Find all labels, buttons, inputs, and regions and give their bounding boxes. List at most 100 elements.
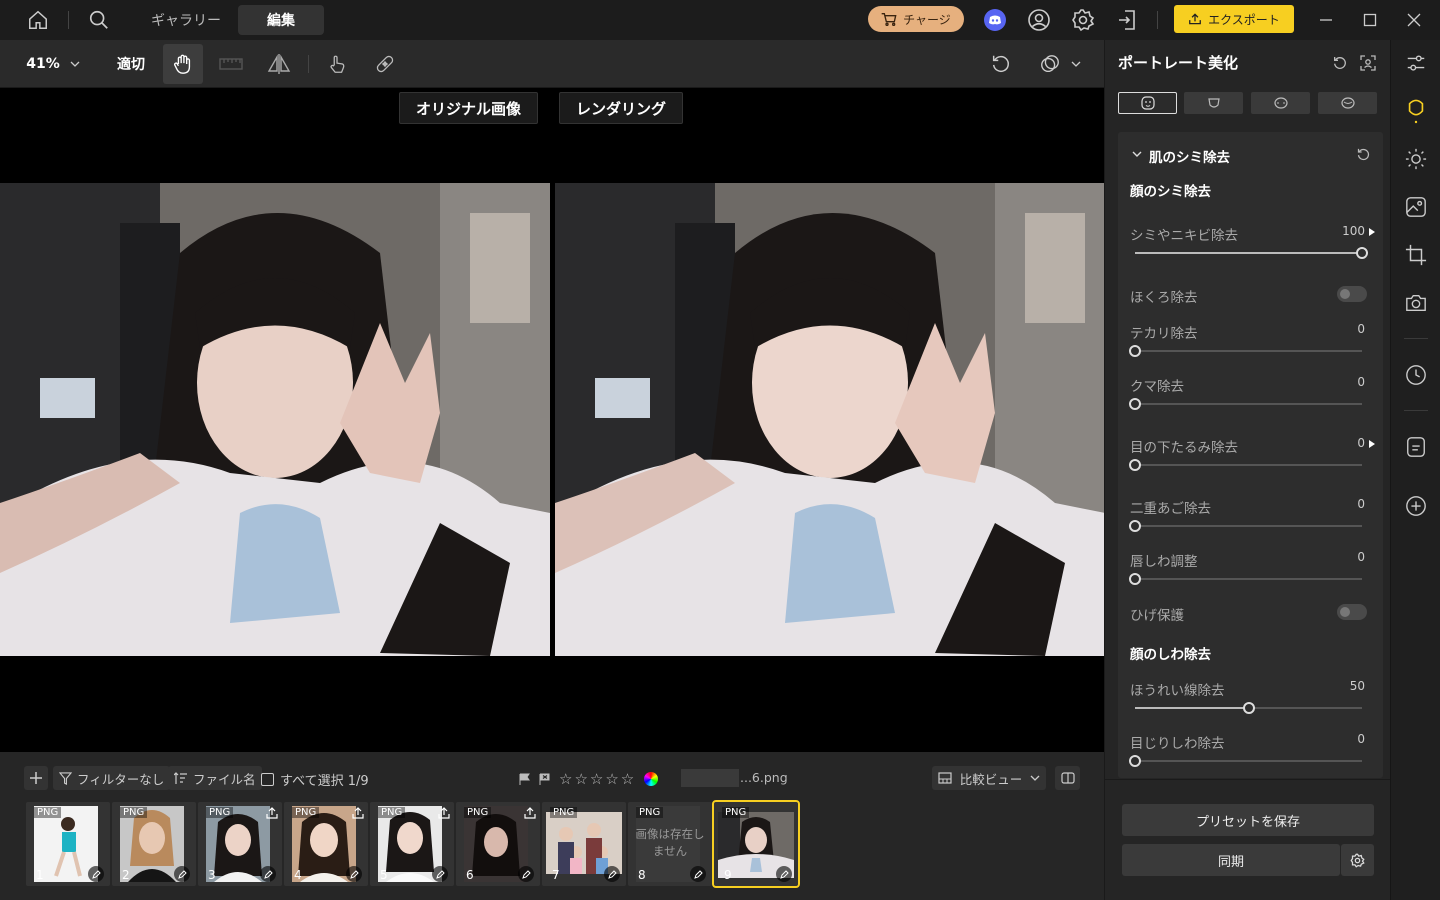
upload-icon[interactable] bbox=[266, 807, 278, 823]
settings-scroll-area[interactable]: 肌のシミ除去 顔のシミ除去 シミやニキビ除去 100 ほくろ除去 テカリ除去 0… bbox=[1118, 132, 1383, 778]
slider-knob[interactable] bbox=[1129, 520, 1141, 532]
sync-button[interactable]: 同期 bbox=[1122, 844, 1340, 876]
edit-pen-icon[interactable] bbox=[776, 866, 792, 882]
image-edit-icon[interactable] bbox=[1402, 193, 1430, 221]
eye-bag-slider[interactable] bbox=[1129, 459, 1362, 471]
add-button[interactable] bbox=[24, 766, 48, 790]
thumbnail-missing[interactable]: PNG 画像は存在しません 8 bbox=[628, 802, 712, 886]
expand-arrow-icon[interactable] bbox=[1369, 228, 1375, 236]
undo-icon[interactable] bbox=[982, 44, 1020, 84]
edit-pen-icon[interactable] bbox=[260, 866, 276, 882]
reject-flag-icon[interactable] bbox=[539, 773, 551, 786]
shine-removal-slider[interactable] bbox=[1129, 345, 1362, 357]
upload-icon[interactable] bbox=[524, 807, 536, 823]
mole-removal-toggle[interactable] bbox=[1337, 286, 1367, 302]
edit-pen-icon[interactable] bbox=[88, 866, 104, 882]
slider-knob[interactable] bbox=[1129, 398, 1141, 410]
search-icon[interactable] bbox=[85, 6, 113, 34]
thumbnail[interactable]: PNG 1 bbox=[26, 802, 110, 886]
sync-settings-button[interactable] bbox=[1341, 844, 1374, 876]
slider-knob[interactable] bbox=[1129, 755, 1141, 767]
color-label-icon[interactable] bbox=[644, 772, 659, 786]
portrait-face-icon[interactable] bbox=[1402, 97, 1430, 125]
sort-dropdown[interactable]: ファイル名 bbox=[168, 766, 262, 790]
filter-dropdown[interactable]: フィルターなし bbox=[53, 766, 171, 790]
slider-knob[interactable] bbox=[1129, 345, 1141, 357]
history-clock-icon[interactable] bbox=[1402, 361, 1430, 389]
home-icon[interactable] bbox=[24, 6, 52, 34]
thumbnail[interactable]: PNG 5 bbox=[370, 802, 454, 886]
original-photo[interactable] bbox=[0, 183, 550, 656]
expand-arrow-icon[interactable] bbox=[1369, 440, 1375, 448]
crop-icon[interactable] bbox=[1402, 241, 1430, 269]
compare-mode-dropdown[interactable] bbox=[1030, 44, 1090, 84]
bandage-icon[interactable] bbox=[366, 44, 404, 84]
tab-gallery[interactable]: ギャラリー bbox=[140, 5, 232, 35]
upload-icon[interactable] bbox=[438, 807, 450, 823]
edit-pen-icon[interactable] bbox=[518, 866, 534, 882]
thumbnail[interactable]: PNG 3 bbox=[198, 802, 282, 886]
notes-icon[interactable] bbox=[1402, 433, 1430, 461]
compare-canvas[interactable]: オリジナル画像 レンダリング bbox=[0, 88, 1104, 752]
zoom-dropdown[interactable]: 41% bbox=[18, 44, 88, 84]
edit-pen-icon[interactable] bbox=[432, 866, 448, 882]
lip-wrinkle-slider[interactable] bbox=[1129, 573, 1362, 585]
flag-icon[interactable] bbox=[519, 773, 531, 786]
export-button[interactable]: エクスポート bbox=[1174, 5, 1294, 33]
flip-icon[interactable] bbox=[260, 44, 298, 84]
thumbnail[interactable]: PNG 7 bbox=[542, 802, 626, 886]
close-icon[interactable] bbox=[1400, 6, 1428, 34]
edit-pen-icon[interactable] bbox=[174, 866, 190, 882]
double-chin-slider[interactable] bbox=[1129, 520, 1362, 532]
save-preset-button[interactable]: プリセットを保存 bbox=[1122, 804, 1374, 836]
beard-protect-toggle[interactable] bbox=[1337, 604, 1367, 620]
edit-pen-icon[interactable] bbox=[690, 866, 706, 882]
hand-tool-button[interactable] bbox=[163, 44, 203, 84]
split-view-button[interactable] bbox=[1055, 766, 1080, 790]
brightness-icon[interactable] bbox=[1402, 145, 1430, 173]
slider-knob[interactable] bbox=[1129, 459, 1141, 471]
spot-removal-slider[interactable] bbox=[1135, 247, 1368, 259]
chevron-down-icon[interactable] bbox=[1132, 151, 1142, 157]
crows-feet-slider[interactable] bbox=[1129, 755, 1362, 767]
edit-pen-icon[interactable] bbox=[604, 866, 620, 882]
slider-knob[interactable] bbox=[1242, 702, 1255, 714]
thumbnail-selected[interactable]: PNG 9 bbox=[712, 800, 800, 888]
tab-eyes[interactable] bbox=[1251, 92, 1310, 114]
settings-gear-icon[interactable] bbox=[1069, 6, 1097, 34]
camera-icon[interactable] bbox=[1402, 289, 1430, 317]
face-detect-icon[interactable] bbox=[1360, 55, 1376, 75]
section-reset-icon[interactable] bbox=[1356, 147, 1371, 166]
fit-button[interactable]: 適切 bbox=[108, 44, 154, 84]
edit-pen-icon[interactable] bbox=[346, 866, 362, 882]
touch-icon[interactable] bbox=[318, 44, 356, 84]
ruler-icon[interactable] bbox=[212, 44, 250, 84]
view-mode-dropdown[interactable]: 比較ビュー bbox=[932, 766, 1046, 790]
select-all-checkbox[interactable]: すべて選択 1/9 bbox=[261, 770, 369, 789]
checkbox[interactable] bbox=[261, 773, 274, 786]
reset-icon[interactable] bbox=[1332, 55, 1348, 75]
nasolabial-slider[interactable] bbox=[1135, 702, 1362, 714]
section-skin-spot-removal[interactable]: 肌のシミ除去 bbox=[1149, 146, 1230, 166]
thumbnail[interactable]: PNG 2 bbox=[112, 802, 196, 886]
discord-icon[interactable] bbox=[981, 6, 1009, 34]
tab-face-shape[interactable] bbox=[1184, 92, 1243, 114]
minimize-icon[interactable] bbox=[1312, 6, 1340, 34]
tab-edit[interactable]: 編集 bbox=[238, 5, 324, 35]
rendered-photo[interactable] bbox=[555, 183, 1104, 656]
sign-in-icon[interactable] bbox=[1113, 6, 1141, 34]
charge-button[interactable]: チャージ bbox=[868, 6, 964, 32]
dark-circle-slider[interactable] bbox=[1129, 398, 1362, 410]
slider-knob[interactable] bbox=[1129, 573, 1141, 585]
star-rating-icon[interactable]: ☆☆☆☆☆ bbox=[559, 770, 636, 788]
maximize-icon[interactable] bbox=[1356, 6, 1384, 34]
thumbnail[interactable]: PNG 6 bbox=[456, 802, 540, 886]
upload-icon[interactable] bbox=[352, 807, 364, 823]
slider-knob[interactable] bbox=[1356, 247, 1368, 259]
adjust-sliders-icon[interactable] bbox=[1402, 49, 1430, 77]
tab-makeup[interactable] bbox=[1318, 92, 1377, 114]
account-icon[interactable] bbox=[1025, 6, 1053, 34]
thumbnail[interactable]: PNG 4 bbox=[284, 802, 368, 886]
add-circle-icon[interactable] bbox=[1402, 492, 1430, 520]
tab-skin[interactable] bbox=[1118, 92, 1177, 114]
